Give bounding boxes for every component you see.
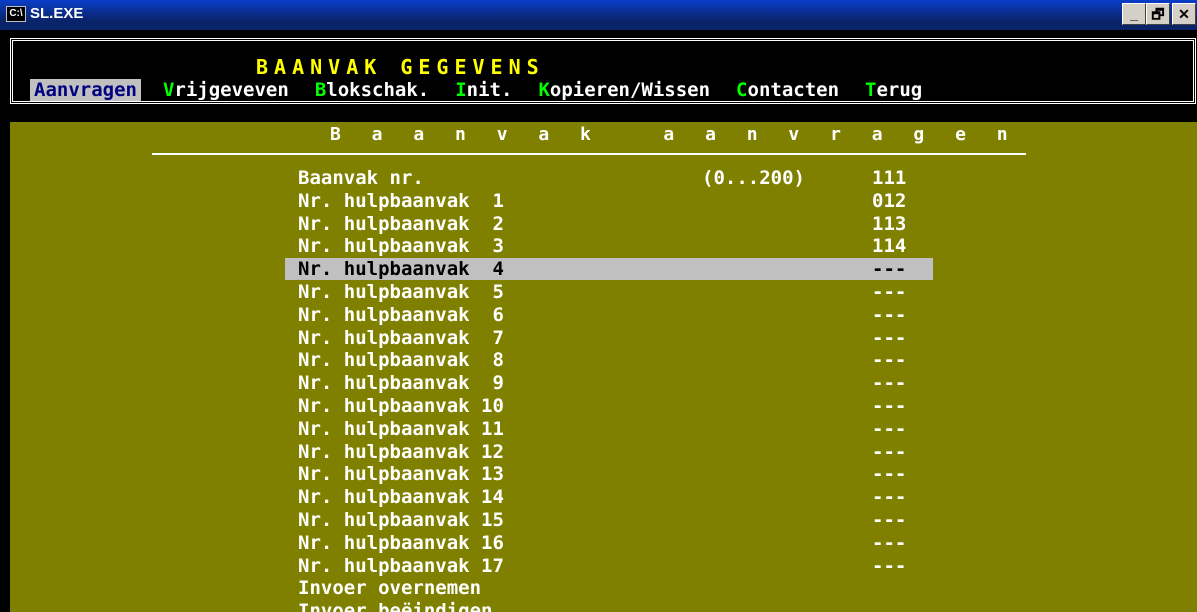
- row-label: Nr. hulpbaanvak 2: [298, 212, 504, 235]
- console-window: C:\ SL.EXE _ 🗗 ✕ BAANVAK GEGEVENS Aanvra…: [0, 0, 1197, 612]
- row-value-field[interactable]: ---: [872, 281, 906, 303]
- section-title: B a a n v a k a a n v r a g e n: [330, 124, 1018, 145]
- minimize-button[interactable]: _: [1122, 3, 1146, 25]
- row-label: Nr. hulpbaanvak 16: [298, 531, 504, 554]
- row-value-field[interactable]: ---: [872, 532, 906, 554]
- row-label: Nr. hulpbaanvak 4: [298, 258, 504, 281]
- form-row[interactable]: Nr. hulpbaanvak 10 ---: [298, 395, 918, 418]
- row-value-field[interactable]: ---: [872, 395, 906, 417]
- app-header-title: BAANVAK GEGEVENS: [250, 55, 551, 79]
- row-label: Nr. hulpbaanvak 9: [298, 372, 504, 395]
- menu-hotkey: C: [736, 79, 748, 101]
- form-row[interactable]: Nr. hulpbaanvak 2 113: [298, 213, 918, 236]
- row-label: Nr. hulpbaanvak 14: [298, 486, 504, 509]
- menu-bar: Aanvragen Vrijgeveven Blokschak. Init. Kopie…: [30, 78, 926, 102]
- title-bar[interactable]: C:\ SL.EXE _ 🗗 ✕: [0, 0, 1197, 30]
- row-value-field[interactable]: ---: [872, 327, 906, 349]
- form-row[interactable]: Nr. hulpbaanvak 3 114: [298, 235, 918, 258]
- form-row[interactable]: Nr. hulpbaanvak 6 ---: [298, 304, 918, 327]
- row-label: Nr. hulpbaanvak 7: [298, 326, 504, 349]
- row-label: Nr. hulpbaanvak 8: [298, 349, 504, 372]
- row-label: Nr. hulpbaanvak 15: [298, 508, 504, 531]
- menu-hotkey: B: [314, 79, 327, 101]
- row-label: Nr. hulpbaanvak 10: [298, 394, 504, 417]
- row-value-field[interactable]: 111: [872, 167, 906, 189]
- row-label: Nr. hulpbaanvak 17: [298, 554, 504, 577]
- section-divider: [152, 153, 1026, 155]
- form-row[interactable]: Invoer beëindigen: [298, 600, 918, 612]
- row-value-field[interactable]: ---: [872, 372, 906, 394]
- menu-hotkey: A: [34, 79, 46, 101]
- menu-hotkey: T: [865, 79, 877, 101]
- menu-label: ontacten: [747, 79, 840, 101]
- form-row[interactable]: Nr. hulpbaanvak 1 012: [298, 190, 918, 213]
- form-row[interactable]: Baanvak nr. (0...200) 111: [298, 167, 918, 190]
- row-value-field[interactable]: ---: [872, 509, 906, 531]
- menu-item-vrijgeveven[interactable]: Vrijgeveven: [159, 79, 293, 101]
- row-label: Nr. hulpbaanvak 3: [298, 235, 504, 258]
- form-row[interactable]: Nr. hulpbaanvak 7 ---: [298, 327, 918, 350]
- form-row[interactable]: Nr. hulpbaanvak 15 ---: [298, 509, 918, 532]
- row-value-field[interactable]: ---: [872, 349, 906, 371]
- row-label: Nr. hulpbaanvak 11: [298, 417, 504, 440]
- row-label: Nr. hulpbaanvak 5: [298, 280, 504, 303]
- menu-item-init[interactable]: Init.: [451, 79, 516, 101]
- menu-item-kopieren-wissen[interactable]: Kopieren/Wissen: [534, 79, 714, 101]
- row-label: Nr. hulpbaanvak 12: [298, 440, 504, 463]
- row-value-field[interactable]: 012: [872, 190, 906, 212]
- form-row-selected[interactable]: Nr. hulpbaanvak 4 ---: [285, 258, 933, 281]
- form-row[interactable]: Nr. hulpbaanvak 11 ---: [298, 418, 918, 441]
- menu-label: nit.: [466, 79, 513, 101]
- menu-item-aanvragen[interactable]: Aanvragen: [30, 79, 141, 101]
- row-value-field[interactable]: ---: [872, 418, 906, 440]
- row-value-field[interactable]: ---: [872, 463, 906, 485]
- menu-label: erug: [876, 79, 923, 101]
- row-value-field[interactable]: ---: [872, 555, 906, 577]
- window-left-edge: [0, 30, 10, 612]
- form-row[interactable]: Nr. hulpbaanvak 12 ---: [298, 441, 918, 464]
- row-label: Baanvak nr.: [298, 167, 424, 189]
- menu-hotkey: I: [455, 79, 467, 101]
- menu-item-blokschak[interactable]: Blokschak.: [311, 79, 433, 101]
- form-row[interactable]: Nr. hulpbaanvak 14 ---: [298, 486, 918, 509]
- menu-item-contacten[interactable]: Contacten: [732, 79, 843, 101]
- form-row[interactable]: Invoer overnemen: [298, 577, 918, 600]
- row-value-field[interactable]: ---: [872, 304, 906, 326]
- menu-hotkey: V: [162, 79, 175, 101]
- menu-label: lokschak.: [326, 79, 430, 101]
- menu-label: opieren/Wissen: [549, 79, 711, 101]
- row-value-field[interactable]: ---: [872, 441, 906, 463]
- window-title: SL.EXE: [30, 5, 84, 22]
- form-row[interactable]: Nr. hulpbaanvak 17 ---: [298, 555, 918, 578]
- form-row[interactable]: Nr. hulpbaanvak 16 ---: [298, 532, 918, 555]
- form-row[interactable]: Nr. hulpbaanvak 9 ---: [298, 372, 918, 395]
- menu-hotkey: K: [538, 79, 550, 101]
- row-label: Nr. hulpbaanvak 1: [298, 189, 504, 212]
- form-row[interactable]: Nr. hulpbaanvak 13 ---: [298, 463, 918, 486]
- close-button[interactable]: ✕: [1172, 3, 1196, 25]
- menu-label: rijgeveven: [174, 79, 289, 101]
- row-value-field[interactable]: ---: [872, 258, 906, 280]
- form-rows: Baanvak nr. (0...200) 111 Nr. hulpbaanvak 1…: [285, 167, 933, 612]
- row-label: Nr. hulpbaanvak 13: [298, 463, 504, 486]
- console-icon: C:\: [6, 6, 26, 22]
- row-range-hint: (0...200): [702, 167, 805, 189]
- row-value-field[interactable]: 114: [872, 235, 906, 257]
- menu-item-terug[interactable]: Terug: [861, 79, 926, 101]
- row-label: Nr. hulpbaanvak 6: [298, 303, 504, 326]
- row-value-field[interactable]: ---: [872, 486, 906, 508]
- form-row[interactable]: Nr. hulpbaanvak 8 ---: [298, 349, 918, 372]
- row-value-field[interactable]: 113: [872, 213, 906, 235]
- form-row[interactable]: Nr. hulpbaanvak 5 ---: [298, 281, 918, 304]
- row-label: Invoer overnemen: [298, 577, 482, 600]
- menu-label: anvragen: [45, 79, 137, 101]
- maximize-button[interactable]: 🗗: [1146, 3, 1170, 25]
- row-label: Invoer beëindigen: [298, 600, 493, 612]
